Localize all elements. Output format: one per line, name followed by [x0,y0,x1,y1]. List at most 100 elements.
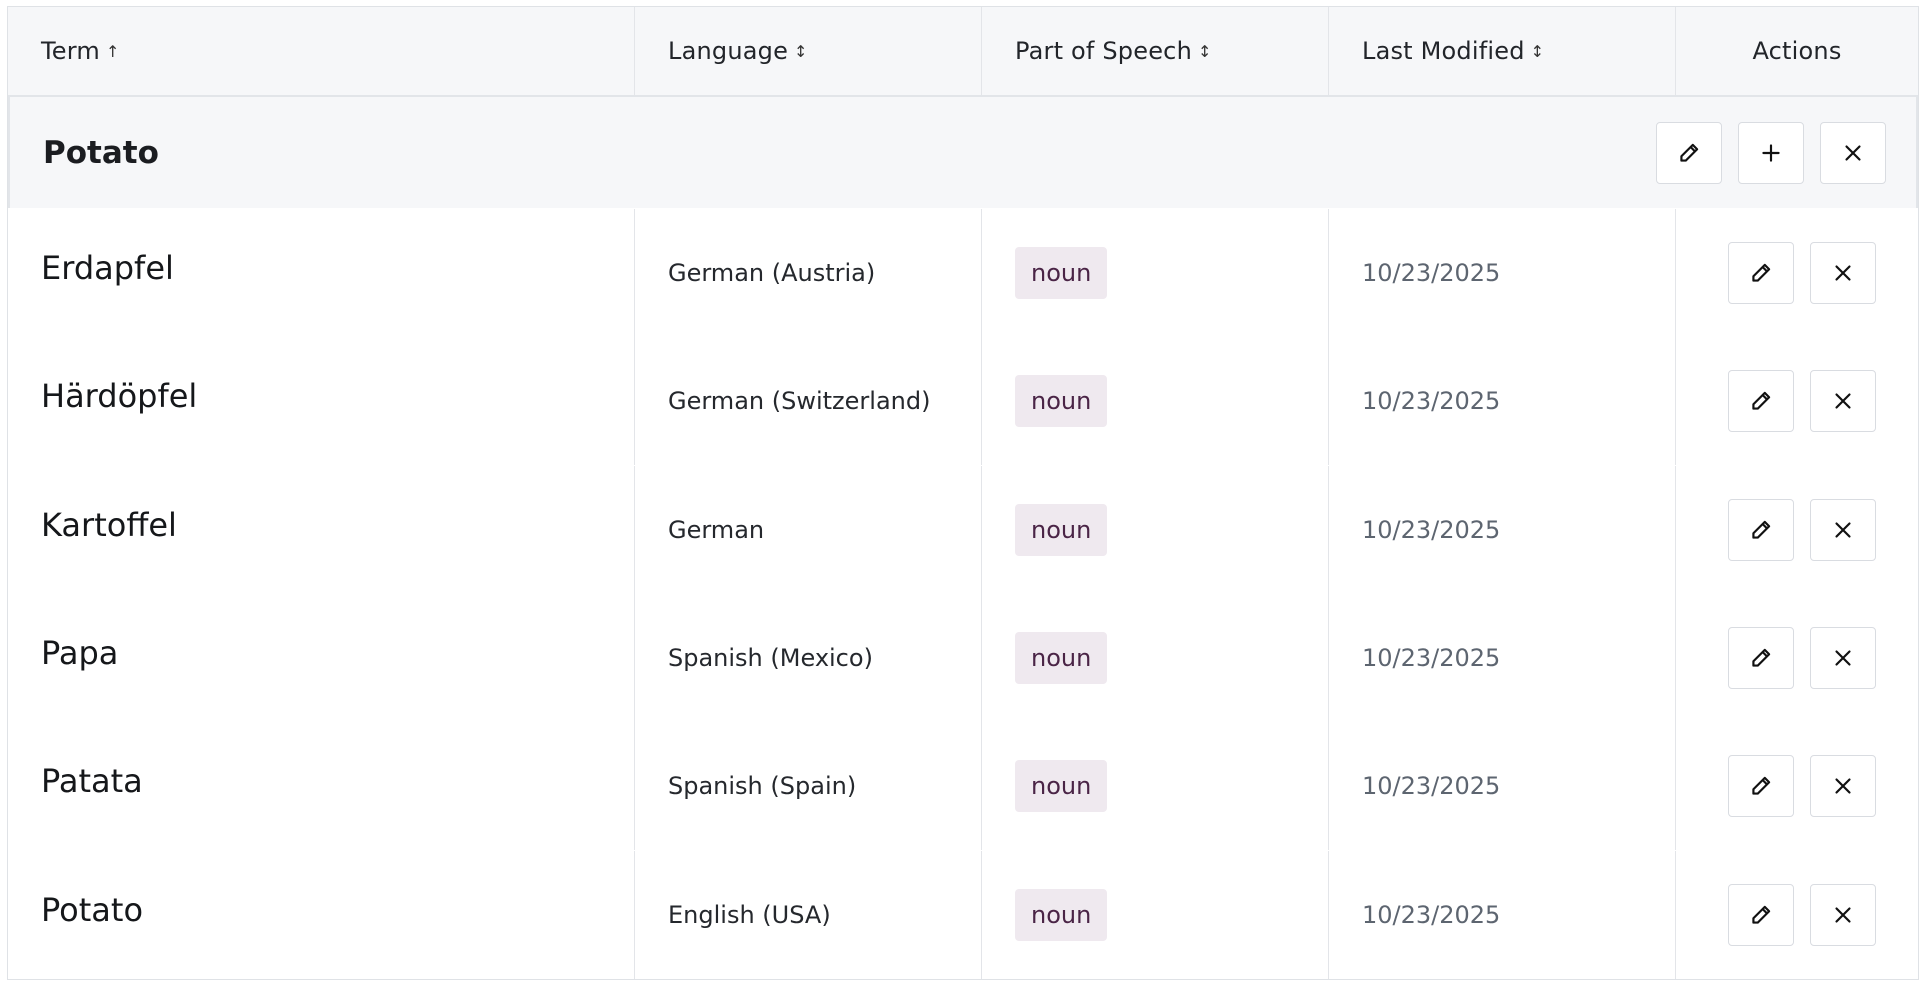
table-row: Potato English (USA) noun 10/23/2025 [8,850,1918,979]
header-actions: Actions [1676,7,1918,95]
sort-icon: ↕ [1530,41,1545,61]
actions-cell [1676,594,1918,722]
language-cell: German (Austria) [635,209,982,337]
term-text: Härdöpfel [41,377,198,416]
pos-cell: noun [982,722,1329,851]
pencil-icon [1752,392,1771,410]
edit-button[interactable] [1728,626,1794,689]
language-cell: English (USA) [635,850,982,979]
modified-date: 10/23/2025 [1362,387,1501,416]
modified-date: 10/23/2025 [1362,259,1501,287]
close-icon [1835,265,1851,281]
language-text: German (Switzerland) [668,387,931,416]
table-row: Erdapfel German (Austria) noun 10/23/2025 [8,209,1918,337]
close-icon [1835,393,1851,409]
pos-badge: noun [1015,247,1108,299]
actions-cell [1676,209,1918,337]
pencil-icon [1752,648,1771,667]
actions-cell [1676,466,1918,594]
header-language[interactable]: Language ↕ [635,7,982,95]
plus-icon [1762,143,1780,162]
modified-cell: 10/23/2025 [1329,209,1676,337]
modified-cell: 10/23/2025 [1329,593,1676,722]
actions-cell [1676,851,1918,979]
edit-button[interactable] [1728,755,1794,818]
group-delete-button[interactable] [1820,121,1886,184]
edit-button[interactable] [1728,242,1794,304]
term-cell: Potato [8,850,635,979]
language-cell: Spanish (Spain) [635,722,982,851]
pos-badge: noun [1015,375,1108,428]
close-icon [1835,650,1851,666]
pencil-icon [1752,905,1771,924]
delete-button[interactable] [1810,883,1876,946]
header-part-of-speech[interactable]: Part of Speech ↕ [982,7,1329,95]
sort-icon: ↕ [794,41,808,61]
modified-date: 10/23/2025 [1362,772,1501,801]
language-cell: German [635,465,982,594]
modified-cell: 10/23/2025 [1329,337,1676,466]
term-cell: Papa [8,593,635,722]
modified-date: 10/23/2025 [1362,643,1501,672]
pos-cell: noun [982,593,1329,722]
modified-cell: 10/23/2025 [1329,722,1676,851]
pencil-icon [1752,776,1771,795]
pencil-icon [1752,263,1771,282]
term-cell: Härdöpfel [8,337,635,466]
language-text: German (Austria) [668,259,876,287]
pos-cell: noun [982,337,1329,466]
table-header: Term ↑ Language ↕ Part of Speech ↕ Last … [8,7,1918,97]
edit-button[interactable] [1728,883,1794,946]
language-text: Spanish (Spain) [668,772,857,801]
edit-button[interactable] [1728,498,1794,561]
language-text: English (USA) [668,900,831,929]
pos-badge: noun [1015,888,1108,941]
header-term-label: Term [41,37,100,65]
pos-badge: noun [1015,760,1108,813]
close-icon [1835,906,1851,923]
header-actions-label: Actions [1752,37,1842,65]
group-add-button[interactable] [1738,121,1804,184]
term-text: Kartoffel [41,505,177,544]
pos-cell: noun [982,850,1329,979]
sort-icon: ↕ [1197,41,1212,61]
pos-badge: noun [1015,503,1108,556]
term-text: Patata [41,762,143,801]
language-text: German [668,515,765,544]
delete-button[interactable] [1810,498,1876,561]
group-actions [1656,97,1916,208]
language-text: Spanish (Mexico) [668,643,873,672]
table-row: Kartoffel German noun 10/23/2025 [8,465,1918,594]
delete-button[interactable] [1810,242,1876,304]
pos-badge: noun [1015,631,1108,684]
close-icon [1835,522,1851,538]
pos-cell: noun [982,465,1329,594]
header-term[interactable]: Term ↑ [8,7,635,95]
group-edit-button[interactable] [1656,121,1722,184]
close-icon [1845,144,1861,161]
language-cell: German (Switzerland) [635,337,982,466]
modified-date: 10/23/2025 [1362,515,1501,544]
term-text: Potato [41,890,144,929]
term-cell: Patata [8,722,635,851]
delete-button[interactable] [1810,626,1876,689]
table-row: Papa Spanish (Mexico) noun 10/23/2025 [8,593,1918,722]
group-row: Potato [8,97,1918,208]
sort-asc-icon: ↑ [105,41,120,61]
language-cell: Spanish (Mexico) [635,593,982,722]
header-language-label: Language [668,37,789,65]
modified-cell: 10/23/2025 [1329,850,1676,979]
group-term: Potato [43,134,159,171]
term-text: Erdapfel [41,249,174,287]
modified-date: 10/23/2025 [1362,900,1501,929]
header-pos-label: Part of Speech [1015,37,1192,65]
delete-button[interactable] [1810,755,1876,818]
term-text: Papa [41,633,119,672]
edit-button[interactable] [1728,370,1794,433]
actions-cell [1676,722,1918,850]
header-last-modified[interactable]: Last Modified ↕ [1329,7,1676,95]
header-modified-label: Last Modified [1362,37,1525,65]
terms-table: Term ↑ Language ↕ Part of Speech ↕ Last … [7,6,1919,980]
pos-cell: noun [982,209,1329,337]
delete-button[interactable] [1810,370,1876,433]
